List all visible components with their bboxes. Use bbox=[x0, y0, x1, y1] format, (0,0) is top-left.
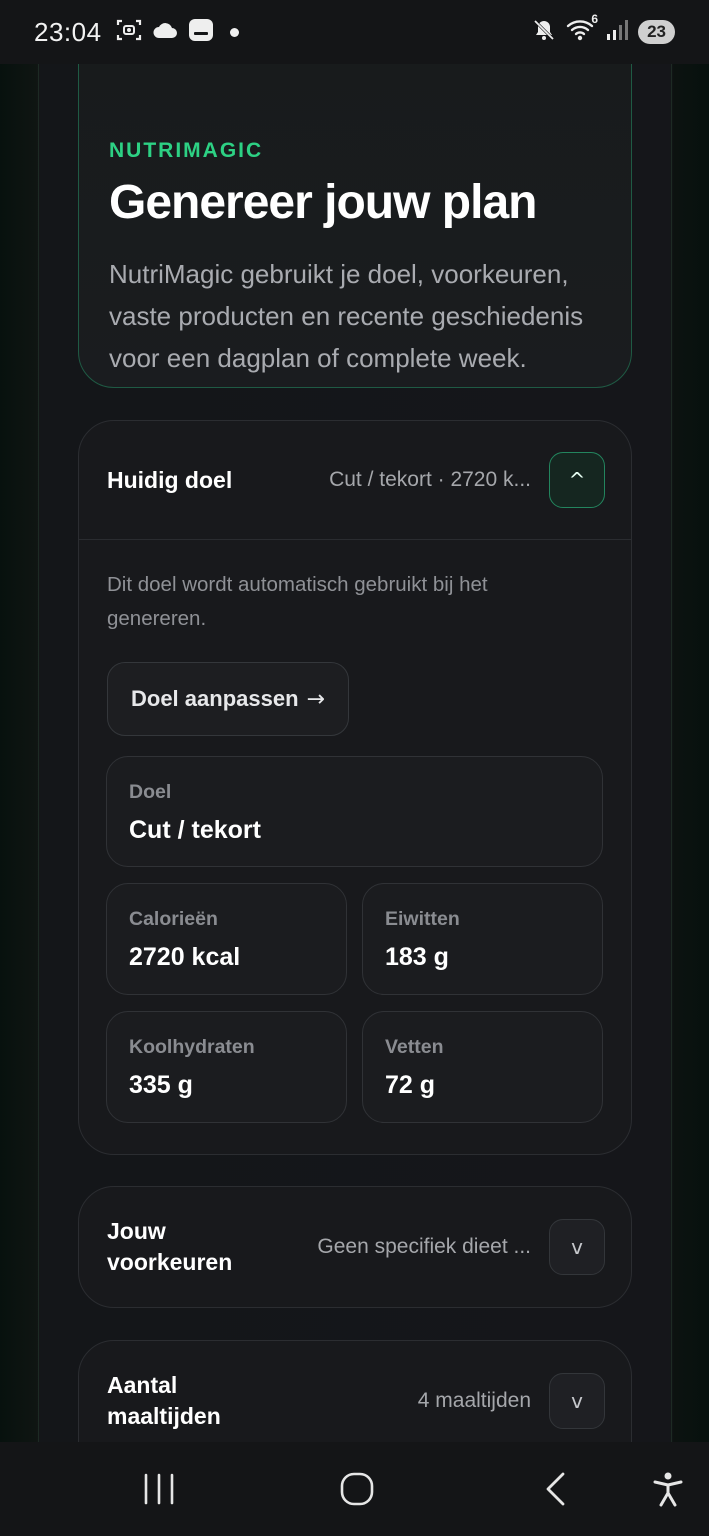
goal-value: Cut / tekort bbox=[129, 816, 261, 844]
carbs-label: Koolhydraten bbox=[129, 1036, 255, 1058]
status-time: 23:04 bbox=[34, 16, 102, 47]
goal-card-body: Dit doel wordt automatisch gebruikt bij … bbox=[79, 540, 631, 766]
calories-stat-card: Calorieën 2720 kcal bbox=[106, 883, 347, 995]
preferences-card-title: Jouw voorkeuren bbox=[107, 1217, 233, 1275]
calories-label: Calorieën bbox=[129, 908, 218, 930]
calories-value: 2720 kcal bbox=[129, 943, 241, 971]
message-icon bbox=[188, 18, 214, 47]
arrow-right-icon: → bbox=[306, 686, 325, 712]
preferences-card: Jouw voorkeuren Geen specifiek dieet ...… bbox=[78, 1186, 632, 1308]
carbs-value: 335 g bbox=[129, 1071, 193, 1099]
mute-icon bbox=[532, 18, 556, 47]
goal-help-text: Dit doel wordt automatisch gebruikt bij … bbox=[107, 573, 488, 630]
carbs-stat-card: Koolhydraten 335 g bbox=[106, 1011, 347, 1123]
hero-card: NUTRIMAGIC Genereer jouw plan NutriMagic… bbox=[78, 64, 632, 388]
adjust-goal-label: Doel aanpassen bbox=[131, 686, 299, 711]
goal-card-summary: Cut / tekort · 2720 k... bbox=[329, 468, 531, 491]
meals-card: Aantal maaltijden 4 maaltijden v bbox=[78, 1340, 632, 1442]
adjust-goal-button[interactable]: Doel aanpassen → bbox=[107, 662, 349, 736]
accessibility-icon[interactable] bbox=[643, 1464, 693, 1514]
notification-dot-icon bbox=[229, 27, 239, 37]
collapse-goal-button[interactable]: ^ bbox=[549, 452, 605, 508]
status-bar: 23:04 6 23 bbox=[0, 0, 709, 64]
system-nav-bar bbox=[0, 1442, 709, 1536]
preferences-card-header[interactable]: Jouw voorkeuren Geen specifiek dieet ...… bbox=[79, 1187, 631, 1306]
meals-card-title: Aantal maaltijden bbox=[107, 1371, 221, 1429]
cloud-icon bbox=[152, 21, 178, 44]
expand-preferences-button[interactable]: v bbox=[549, 1218, 605, 1275]
app-content[interactable]: NUTRIMAGIC Genereer jouw plan NutriMagic… bbox=[0, 64, 709, 1442]
goal-label: Doel bbox=[129, 781, 172, 803]
recent-apps-icon[interactable] bbox=[134, 1464, 184, 1514]
brand-eyebrow: NUTRIMAGIC bbox=[109, 139, 264, 162]
protein-label: Eiwitten bbox=[385, 908, 460, 930]
meals-card-header[interactable]: Aantal maaltijden 4 maaltijden v bbox=[79, 1341, 631, 1442]
signal-icon bbox=[606, 19, 629, 46]
wifi-label: 6 bbox=[591, 11, 599, 26]
protein-stat-card: Eiwitten 183 g bbox=[362, 883, 603, 995]
screenshot-icon bbox=[116, 18, 142, 47]
goal-card: Huidig doel Cut / tekort · 2720 k... ^ D… bbox=[78, 420, 632, 1155]
meals-card-summary: 4 maaltijden bbox=[417, 1388, 531, 1412]
preferences-card-summary: Geen specifiek dieet ... bbox=[317, 1234, 531, 1258]
goal-card-header[interactable]: Huidig doel Cut / tekort · 2720 k... ^ bbox=[79, 421, 631, 539]
fat-value: 72 g bbox=[385, 1071, 436, 1099]
hero-description: NutriMagic gebruikt je doel, voorkeuren,… bbox=[109, 259, 584, 373]
expand-meals-button[interactable]: v bbox=[549, 1372, 605, 1429]
fat-label: Vetten bbox=[385, 1036, 444, 1058]
wifi-icon: 6 bbox=[566, 12, 598, 47]
fat-stat-card: Vetten 72 g bbox=[362, 1011, 603, 1123]
battery-level: 23 bbox=[638, 20, 675, 44]
goal-stat-card: Doel Cut / tekort bbox=[106, 756, 603, 867]
home-icon[interactable] bbox=[332, 1464, 382, 1514]
goal-card-title: Huidig doel bbox=[107, 466, 233, 493]
protein-value: 183 g bbox=[385, 943, 449, 971]
page-title: Genereer jouw plan bbox=[109, 176, 537, 229]
back-icon[interactable] bbox=[531, 1464, 581, 1514]
